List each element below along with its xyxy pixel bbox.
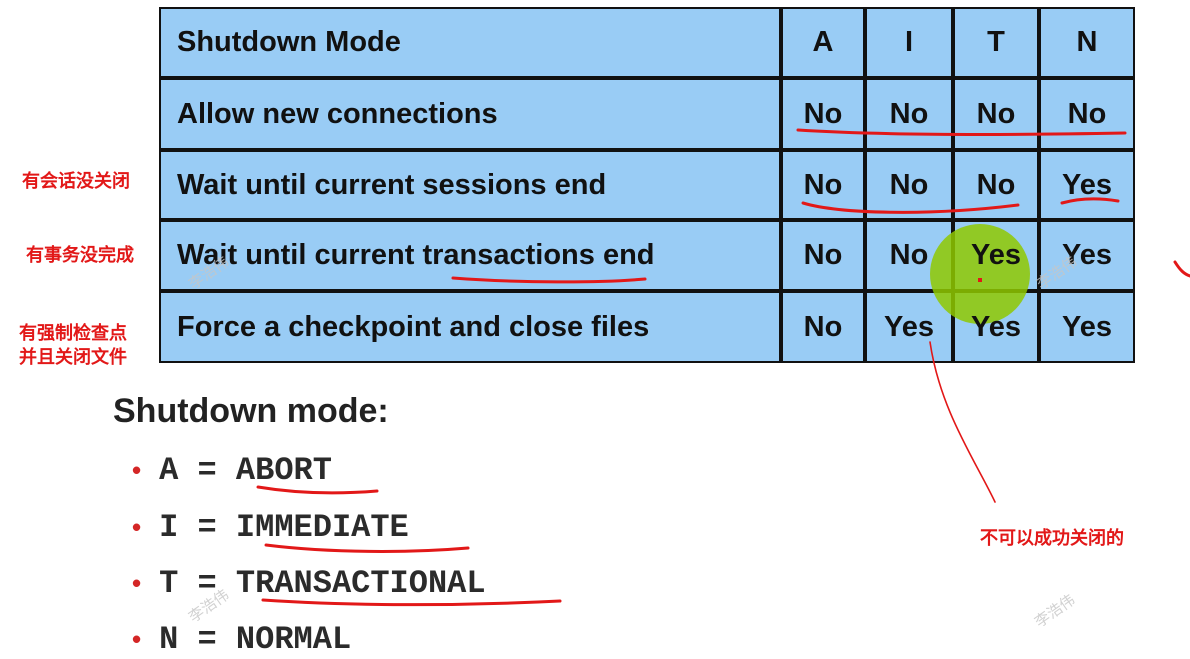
legend-title: Shutdown mode: (113, 392, 389, 430)
note-sessions: 有会话没关闭 (22, 171, 130, 192)
header-col-t: T (987, 26, 1005, 58)
table-cell: No (803, 310, 843, 343)
table-cell: No (889, 97, 929, 130)
legend-key: T (159, 564, 179, 602)
legend-item-transactional: • T = TRANSACTIONAL (132, 563, 486, 603)
table-cell: No (803, 168, 843, 201)
legend-key: N (159, 620, 179, 658)
bullet-icon: • (132, 454, 142, 485)
row-label-wait-transactions: Wait until current transactions end (177, 222, 655, 289)
row-label-force-checkpoint: Force a checkpoint and close files (177, 310, 650, 343)
header-mode-label: Shutdown Mode (177, 26, 401, 58)
header-col-n: N (1076, 26, 1098, 58)
table-cell: Yes (971, 310, 1021, 343)
table-cell: No (889, 239, 929, 271)
table-cell: No (1067, 97, 1107, 130)
legend-eq: = (178, 451, 236, 489)
header-col-a: A (812, 26, 834, 58)
bullet-icon: • (132, 567, 142, 598)
shutdown-mode-table: Shutdown Mode A I T N Allow new connecti… (159, 7, 1135, 363)
bullet-icon: • (132, 623, 142, 654)
bullet-icon: • (132, 511, 142, 542)
header-col-i: I (904, 26, 914, 58)
legend-eq: = (178, 620, 236, 658)
legend-item-normal: • N = NORMAL (132, 619, 351, 659)
row-label-wait-sessions: Wait until current sessions end (177, 168, 607, 201)
legend-key: A (159, 451, 179, 489)
table-cell: No (976, 97, 1016, 130)
legend-value: IMMEDIATE (235, 508, 409, 546)
table-cell: No (889, 168, 929, 201)
table-cell: Yes (1062, 168, 1112, 201)
table-cell: No (803, 97, 843, 130)
table-cell: Yes (971, 239, 1021, 271)
note-checkpoint-line2: 并且关闭文件 (19, 347, 127, 368)
row-label-suffix: end (594, 239, 655, 271)
table-cell: No (803, 239, 843, 271)
table-cell: No (976, 168, 1016, 201)
table-cell: Yes (884, 310, 934, 343)
note-transactions: 有事务没完成 (26, 245, 134, 266)
legend-value: TRANSACTIONAL (235, 564, 486, 602)
slide: 有会话没关闭 有事务没完成 有强制检查点 并且关闭文件 不可以成功关闭的 Shu… (0, 0, 1190, 658)
table-cell: Yes (1062, 310, 1112, 343)
legend-item-abort: • A = ABORT (132, 450, 332, 490)
watermark: 李浩伟 (1031, 590, 1079, 632)
legend-eq: = (178, 508, 236, 546)
pointer-line-stroke (929, 341, 996, 503)
row-label-emphasis: transactions (422, 239, 595, 271)
legend-key: I (159, 508, 179, 546)
note-checkpoint-line1: 有强制检查点 (19, 323, 127, 344)
note-cannot-close: 不可以成功关闭的 (980, 528, 1124, 549)
legend-item-immediate: • I = IMMEDIATE (132, 507, 409, 547)
legend-value: ABORT (235, 451, 332, 489)
legend-value: NORMAL (235, 620, 352, 658)
row-label-allow-connections: Allow new connections (177, 97, 498, 130)
edge-mark-stroke (1173, 260, 1190, 278)
